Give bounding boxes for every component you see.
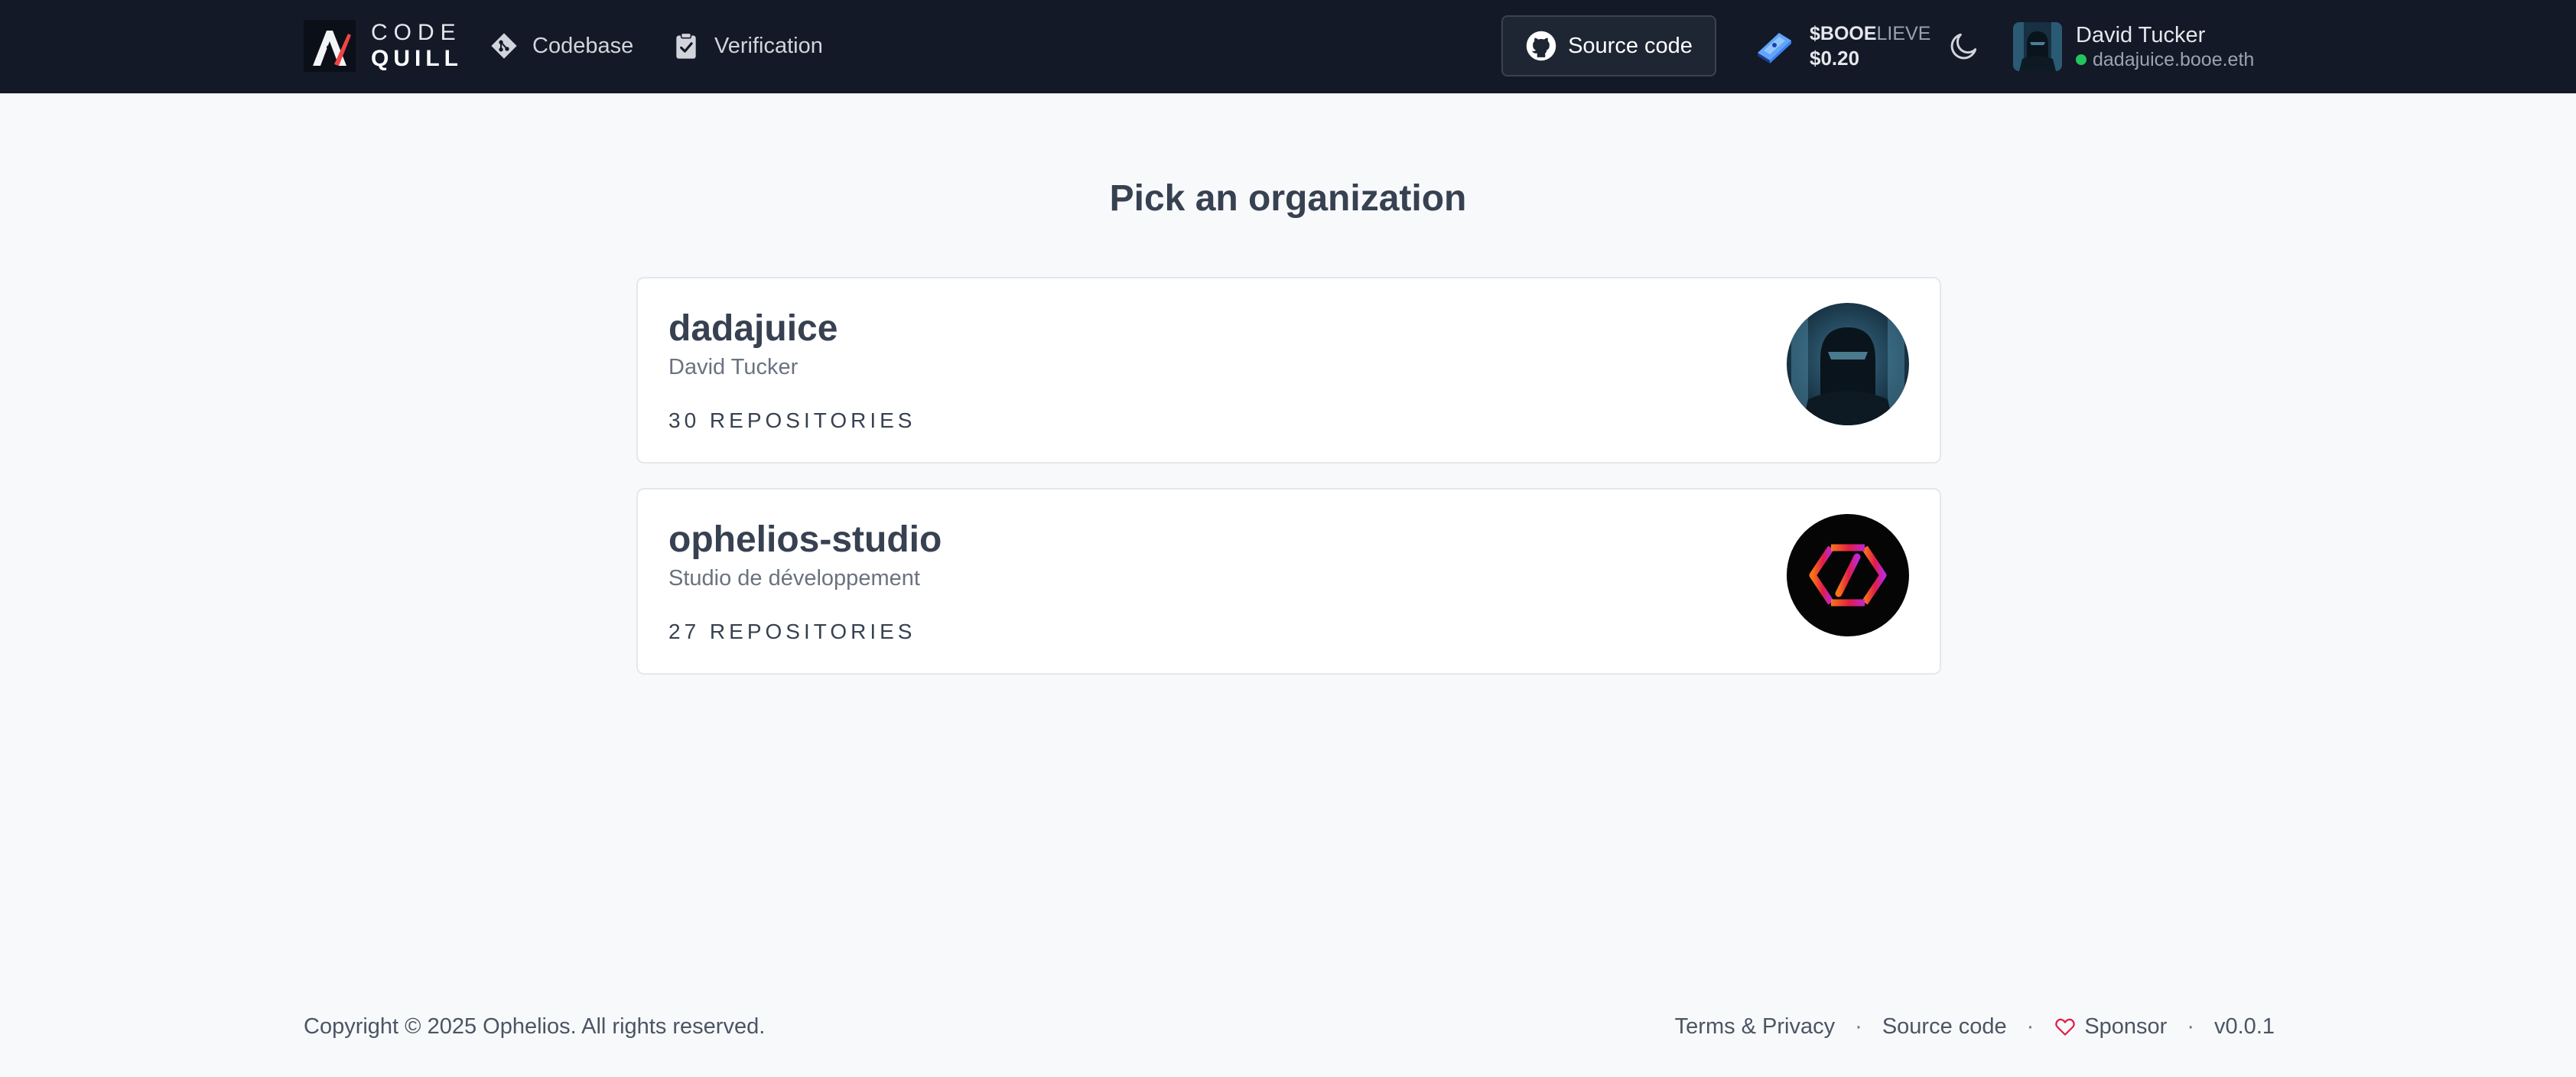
org-card-dadajuice[interactable]: dadajuice David Tucker 30 REPOSITORIES (636, 277, 1941, 464)
footer-source-code-link[interactable]: Source code (1882, 1014, 2007, 1040)
sponsor-link[interactable]: Sponsor (2054, 1014, 2167, 1040)
token-price-widget[interactable]: $BOOELIEVE $0.20 (1753, 20, 1930, 73)
logo-line-1: CODE (371, 20, 462, 45)
token-price: $0.20 (1810, 47, 1860, 70)
org-card-ophelios-studio[interactable]: ophelios-studio Studio de développement … (636, 488, 1941, 675)
github-icon (1526, 31, 1556, 61)
git-diamond-icon (491, 33, 517, 59)
org-description: David Tucker (668, 355, 798, 379)
logo-line-2: QUILL (371, 46, 463, 71)
logo-wordmark: CODE QUILL (371, 21, 463, 70)
org-avatar (1787, 514, 1909, 636)
moon-icon (1950, 33, 1977, 60)
token-symbol: $BOOELIEVE (1810, 23, 1930, 45)
user-text: David Tucker dadajuice.booe.eth (2076, 22, 2254, 72)
user-handle-row: dadajuice.booe.eth (2076, 48, 2254, 71)
org-name: ophelios-studio (668, 519, 942, 560)
user-avatar (2013, 22, 2062, 71)
nav-codebase[interactable]: Codebase (490, 28, 633, 64)
footer-separator: · (2026, 1014, 2034, 1039)
footer-separator: · (1855, 1014, 1862, 1039)
org-description: Studio de développement (668, 566, 920, 591)
book-token-icon (1758, 33, 1791, 63)
heart-icon (2055, 1018, 2076, 1036)
footer-copyright: Copyright © 2025 Ophelios. All rights re… (304, 1014, 766, 1039)
top-navbar: CODE QUILL Codebase Verification Source … (0, 0, 2576, 93)
footer-links: Terms & Privacy · Source code · Sponsor … (1675, 1011, 2275, 1042)
version-label: v0.0.1 (2214, 1014, 2275, 1039)
org-repo-count: 30 REPOSITORIES (668, 408, 916, 432)
token-symbol-bold: $BOOE (1810, 22, 1877, 44)
nav-verification-label: Verification (714, 33, 823, 58)
user-name: David Tucker (2076, 22, 2206, 47)
clipboard-check-icon (676, 32, 696, 59)
theme-toggle-button[interactable] (1947, 29, 1981, 63)
footer-separator: · (2187, 1014, 2194, 1039)
token-text: $BOOELIEVE $0.20 (1810, 23, 1930, 71)
source-code-button[interactable]: Source code (1501, 15, 1716, 76)
nav-verification[interactable]: Verification (672, 28, 823, 64)
token-symbol-rest: LIEVE (1876, 22, 1931, 44)
user-menu[interactable]: David Tucker dadajuice.booe.eth (2013, 20, 2254, 73)
page-title: Pick an organization (1109, 178, 1467, 219)
sponsor-label: Sponsor (2084, 1014, 2168, 1039)
org-avatar (1787, 303, 1909, 425)
nav-codebase-label: Codebase (532, 33, 634, 58)
online-status-dot (2076, 54, 2086, 66)
terms-privacy-link[interactable]: Terms & Privacy (1675, 1014, 1835, 1040)
org-name: dadajuice (668, 308, 838, 349)
user-handle: dadajuice.booe.eth (2093, 49, 2255, 71)
org-repo-count: 27 REPOSITORIES (668, 620, 916, 643)
quill-logo-icon (304, 20, 356, 72)
source-code-label: Source code (1568, 33, 1693, 58)
codequill-logo[interactable]: CODE QUILL (304, 20, 463, 72)
